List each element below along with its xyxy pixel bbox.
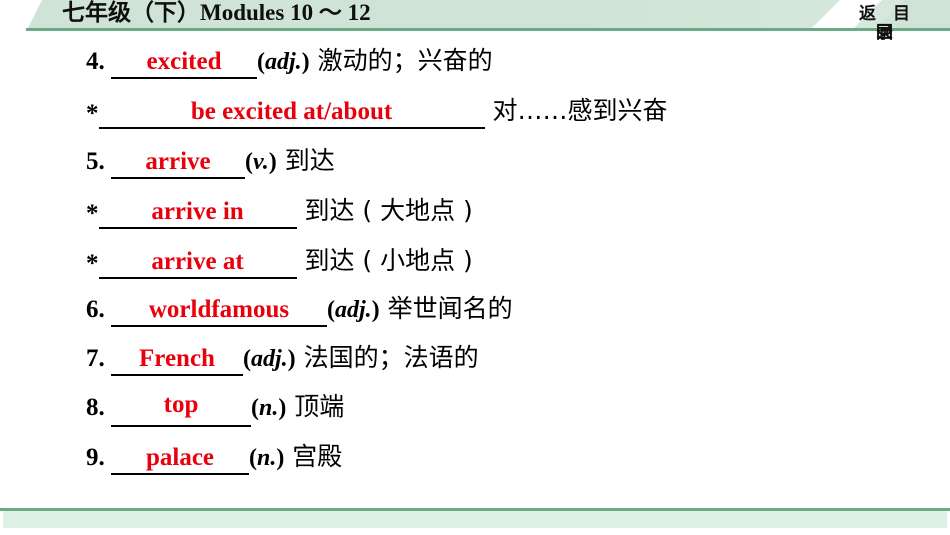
- pos-close-paren: ): [268, 149, 277, 175]
- part-of-speech: n.: [257, 445, 277, 471]
- pos-open-paren: (: [251, 395, 259, 421]
- answer-blank-arrive-in[interactable]: arrive in: [98, 195, 297, 229]
- slide-header: 七年级（下）Modules 10 ～ 12 返回录目: [0, 0, 950, 42]
- back-to-contents-button[interactable]: 返回录目: [859, 0, 910, 42]
- chinese-meaning: 到达 ( 小地点 ): [296, 246, 473, 275]
- vocab-entry-be-excited: * be excited at/about 对……感到兴奋: [86, 91, 667, 131]
- part-of-speech: adj.: [265, 49, 302, 75]
- answer-text: top: [163, 391, 199, 418]
- footer-band: [3, 511, 947, 528]
- answer-text: arrive at: [151, 248, 244, 275]
- chinese-meaning: 顶端: [286, 392, 345, 421]
- back-button-char-3: 目: [893, 4, 910, 23]
- entry-marker: 4.: [86, 48, 105, 75]
- answer-text: worldfamous: [148, 296, 290, 323]
- answer-text: excited: [146, 48, 222, 75]
- entry-marker: 9.: [86, 444, 105, 471]
- page-title-cn: 七年级（下）: [62, 0, 200, 25]
- part-of-speech: adj.: [251, 346, 288, 372]
- back-button-char-1: 返: [859, 4, 876, 23]
- entry-marker: 6.: [86, 296, 105, 323]
- vocab-entry-9: 9. palace (n.) 宫殿: [86, 437, 342, 477]
- pos-close-paren: ): [301, 49, 310, 75]
- answer-blank-french[interactable]: French: [111, 342, 243, 376]
- answer-text: palace: [145, 444, 215, 471]
- answer-blank-arrive[interactable]: arrive: [111, 145, 245, 179]
- pos-open-paren: (: [245, 149, 253, 175]
- answer-blank-palace[interactable]: palace: [111, 441, 249, 475]
- entry-marker: *: [86, 250, 99, 277]
- pos-close-paren: ): [287, 346, 296, 372]
- chinese-meaning: 到达: [276, 146, 335, 175]
- chinese-meaning: 举世闻名的: [379, 294, 513, 323]
- part-of-speech: adj.: [335, 297, 372, 323]
- entry-marker: 8.: [86, 394, 105, 421]
- vocabulary-list: 4. excited (adj.) 激动的；兴奋的 * be excited at/…: [0, 31, 950, 501]
- answer-blank-arrive-at[interactable]: arrive at: [98, 245, 297, 279]
- entry-marker: 7.: [86, 345, 105, 372]
- vocab-entry-5: 5. arrive (v.) 到达: [86, 141, 335, 181]
- part-of-speech: n.: [259, 395, 279, 421]
- answer-text: arrive: [145, 148, 211, 175]
- vocab-entry-arrive-in: * arrive in 到达 ( 大地点 ): [86, 191, 473, 231]
- part-of-speech: v.: [253, 149, 269, 175]
- answer-text: French: [139, 345, 215, 372]
- answer-blank-top[interactable]: top: [111, 391, 251, 427]
- vocab-entry-4: 4. excited (adj.) 激动的；兴奋的: [86, 41, 493, 81]
- pos-open-paren: (: [327, 297, 335, 323]
- vocab-entry-6: 6. worldfamous (adj.) 举世闻名的: [86, 289, 513, 329]
- answer-text: arrive in: [151, 198, 244, 225]
- chinese-meaning: 法国的；法语的: [295, 343, 479, 372]
- vocab-entry-8: 8. top (n.) 顶端: [86, 387, 344, 427]
- chinese-meaning: 激动的；兴奋的: [309, 46, 493, 75]
- answer-blank-be-excited-at-about[interactable]: be excited at/about: [98, 95, 485, 129]
- pos-open-paren: (: [257, 49, 265, 75]
- chinese-meaning: 对……感到兴奋: [484, 96, 668, 125]
- pos-close-paren: ): [371, 297, 380, 323]
- pos-open-paren: (: [243, 346, 251, 372]
- vocab-entry-arrive-at: * arrive at 到达 ( 小地点 ): [86, 241, 473, 281]
- answer-blank-excited[interactable]: excited: [111, 45, 257, 79]
- pos-open-paren: (: [249, 445, 257, 471]
- vocab-entry-7: 7. French (adj.) 法国的；法语的: [86, 338, 479, 378]
- answer-text: be excited at/about: [190, 98, 393, 125]
- page-title: 七年级（下）Modules 10 ～ 12: [62, 0, 371, 28]
- entry-marker: 5.: [86, 148, 105, 175]
- page-title-modules: Modules 10 ～ 12: [200, 0, 371, 25]
- entry-marker: *: [86, 100, 99, 127]
- entry-marker: *: [86, 200, 99, 227]
- chinese-meaning: 到达 ( 大地点 ): [296, 196, 473, 225]
- answer-blank-worldfamous[interactable]: worldfamous: [111, 293, 327, 327]
- chinese-meaning: 宫殿: [284, 442, 343, 471]
